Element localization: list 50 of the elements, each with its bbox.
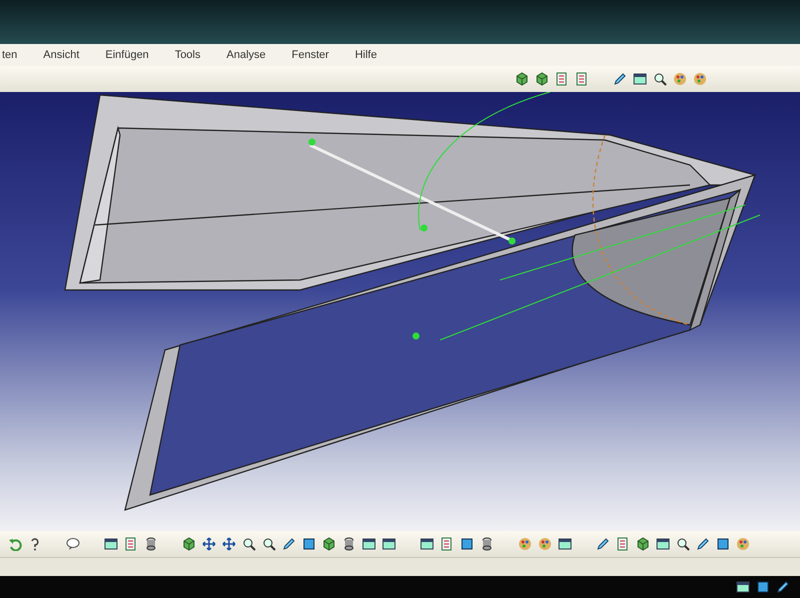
pencil-icon[interactable] <box>613 72 627 86</box>
sheet-icon[interactable] <box>440 537 454 551</box>
cylinder-icon[interactable] <box>480 537 494 551</box>
menu-item[interactable]: Ansicht <box>43 49 80 61</box>
window-icon[interactable] <box>362 537 376 551</box>
cube-icon[interactable] <box>636 537 650 551</box>
speech-bubble-icon[interactable] <box>66 537 80 551</box>
palette-icon[interactable] <box>736 537 750 551</box>
cube-icon[interactable] <box>515 72 529 86</box>
window-icon[interactable] <box>382 537 396 551</box>
menu-item[interactable]: Fenster <box>292 49 329 61</box>
pencil-icon[interactable] <box>776 580 790 594</box>
menu-item[interactable]: Einfügen <box>105 49 149 61</box>
undo-icon[interactable] <box>8 537 22 551</box>
menu-item[interactable]: Analyse <box>226 49 266 61</box>
palette-icon[interactable] <box>673 72 687 86</box>
move-icon[interactable] <box>202 537 216 551</box>
cylinder-icon[interactable] <box>342 537 356 551</box>
square-icon[interactable] <box>302 537 316 551</box>
window-icon[interactable] <box>656 537 670 551</box>
menu-item[interactable]: Tools <box>174 49 200 61</box>
menu-item[interactable]: Hilfe <box>354 49 377 61</box>
window-icon[interactable] <box>420 537 434 551</box>
sheet-icon[interactable] <box>575 72 589 86</box>
palette-icon[interactable] <box>538 537 552 551</box>
cube-icon[interactable] <box>535 72 549 86</box>
pencil-icon[interactable] <box>282 537 296 551</box>
sheet-icon[interactable] <box>616 537 630 551</box>
square-icon[interactable] <box>716 537 730 551</box>
cylinder-icon[interactable] <box>144 537 158 551</box>
sheet-icon[interactable] <box>555 72 569 86</box>
zoom-icon[interactable] <box>262 537 276 551</box>
menu-item[interactable]: ten <box>2 49 18 61</box>
square-icon[interactable] <box>756 580 770 594</box>
window-icon[interactable] <box>104 537 118 551</box>
pencil-icon[interactable] <box>596 537 610 551</box>
window-icon[interactable] <box>736 580 750 594</box>
move-icon[interactable] <box>222 537 236 551</box>
window-icon[interactable] <box>633 72 647 86</box>
palette-icon[interactable] <box>693 72 707 86</box>
palette-icon[interactable] <box>518 537 532 551</box>
cube-icon[interactable] <box>182 537 196 551</box>
zoom-icon[interactable] <box>242 537 256 551</box>
cube-icon[interactable] <box>322 537 336 551</box>
square-icon[interactable] <box>460 537 474 551</box>
sheet-icon[interactable] <box>124 537 138 551</box>
window-icon[interactable] <box>558 537 572 551</box>
zoom-icon[interactable] <box>653 72 667 86</box>
pencil-icon[interactable] <box>696 537 710 551</box>
zoom-icon[interactable] <box>676 537 690 551</box>
